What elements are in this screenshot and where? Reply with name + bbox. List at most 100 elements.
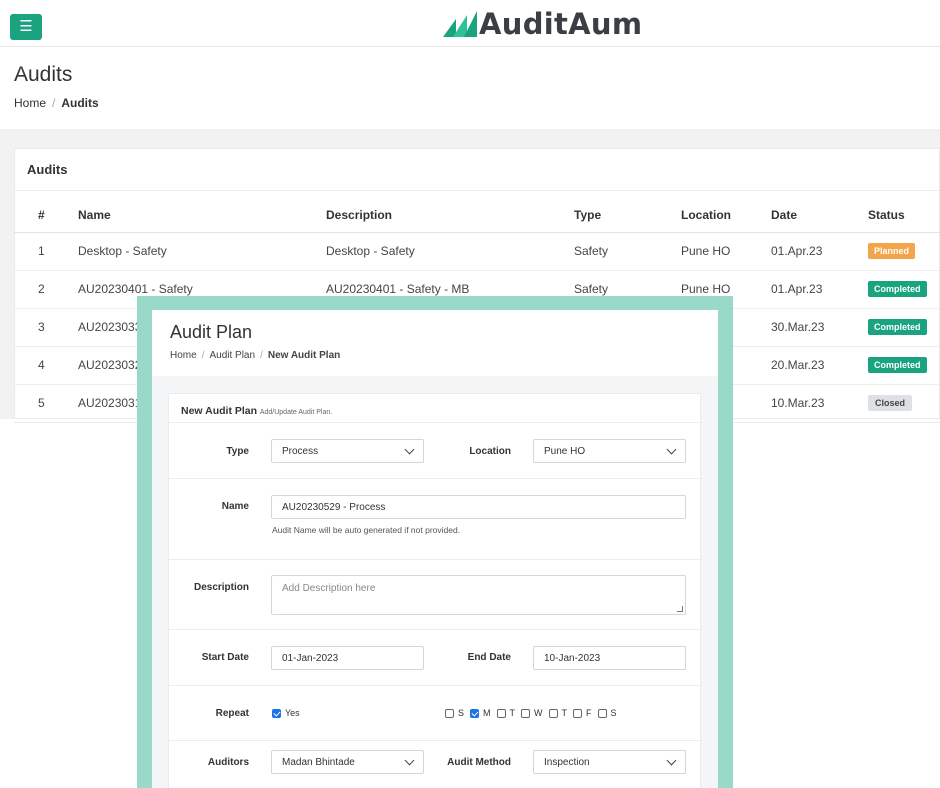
breadcrumb-home[interactable]: Home [14,96,46,110]
checkbox-checked-icon [470,708,480,718]
checkbox-icon [445,708,454,718]
day-label: S [610,708,617,718]
modal-breadcrumb-home[interactable]: Home [170,350,197,361]
row-number: 1 [14,232,68,271]
location-select[interactable]: Pune HO [533,439,686,463]
status-badge: Planned [868,243,916,259]
form-title: New Audit Plan [181,405,258,417]
start-date-value: 01-Jan-2023 [282,652,339,664]
end-date-input[interactable]: 10-Jan-2023 [533,646,686,670]
repeat-days: S M T W T F S [445,708,617,718]
chevron-down-icon [666,755,677,765]
description-label: Description [193,582,249,593]
auditaum-logo-mark [443,11,477,37]
form-divider [169,478,702,479]
day-label: F [586,708,592,718]
name-value: AU20230529 - Process [282,501,386,513]
auditors-label: Auditors [207,757,249,768]
day-checkbox-thursday[interactable]: T [548,708,567,718]
column-header-name: Name [68,198,316,233]
row-number: 2 [14,270,68,309]
checkbox-icon [548,708,558,718]
modal-header: Audit Plan Home / Audit Plan / New Audit Pla… [152,310,718,376]
breadcrumb-current: Audits [61,96,99,110]
brand-name: AuditAum [479,7,643,41]
day-label: T [509,708,516,718]
name-label: Name [221,501,249,512]
day-label: M [483,708,491,718]
table-header-row: # Name Description Type Location Date St… [14,198,940,233]
checkbox-icon [597,708,607,718]
name-hint: Audit Name will be auto generated if not… [272,525,461,535]
form-subtitle: Add/Update Audit Plan. [259,409,333,416]
menu-toggle-button[interactable]: ☰ [10,14,42,40]
checkbox-icon [521,708,531,718]
modal-title: Audit Plan [170,322,253,342]
audit-method-select[interactable]: Inspection [533,750,686,774]
name-input[interactable]: AU20230529 - Process [271,495,686,519]
form-heading: New Audit Plan Add/Update Audit Plan. [181,405,332,417]
card-title: Audits [27,162,68,177]
row-type: Safety [564,232,671,271]
start-date-input[interactable]: 01-Jan-2023 [271,646,424,670]
day-checkbox-saturday[interactable]: S [597,708,617,718]
modal-breadcrumb-current: New Audit Plan [267,350,341,361]
row-name[interactable]: Desktop - Safety [68,232,316,271]
end-date-value: 10-Jan-2023 [544,652,601,664]
status-badge: Closed [868,395,912,411]
form-divider [169,422,702,423]
type-select[interactable]: Process [271,439,424,463]
resize-handle-icon[interactable] [677,606,683,612]
audit-plan-modal: Audit Plan Home / Audit Plan / New Audit Pla… [152,310,718,788]
column-header-location: Location [671,198,761,233]
form-divider [169,629,702,630]
column-header-number: # [14,198,68,233]
status-badge: Completed [868,319,927,335]
status-badge: Completed [868,357,927,373]
location-value: Pune HO [544,445,586,457]
brand-logo[interactable]: AuditAum [443,7,643,41]
column-header-date: Date [761,198,858,233]
breadcrumb-separator: / [260,350,263,361]
table-row[interactable]: 1 Desktop - Safety Desktop - Safety Safe… [14,232,940,271]
breadcrumb: Home / Audits [14,96,99,110]
start-date-label: Start Date [201,652,249,663]
status-badge: Completed [868,281,927,297]
row-date: 30.Mar.23 [761,308,858,347]
day-checkbox-friday[interactable]: F [573,708,592,718]
row-date: 20.Mar.23 [761,346,858,385]
day-checkbox-wednesday[interactable]: W [521,708,543,718]
card-divider [15,190,940,191]
repeat-label: Repeat [215,708,249,719]
row-number: 3 [14,308,68,347]
repeat-checkbox[interactable]: Yes [272,708,300,718]
form-divider [169,740,702,741]
repeat-option-label: Yes [285,708,300,718]
location-label: Location [469,446,511,457]
day-checkbox-sunday[interactable]: S [445,708,464,718]
type-label: Type [226,446,249,457]
modal-breadcrumb: Home / Audit Plan / New Audit Plan [170,350,340,361]
auditors-value: Madan Bhintade [282,756,355,768]
type-value: Process [282,445,319,457]
day-checkbox-tuesday[interactable]: T [496,708,516,718]
page-title: Audits [14,63,73,86]
row-location: Pune HO [671,232,761,271]
modal-breadcrumb-audit-plan[interactable]: Audit Plan [209,350,255,361]
auditors-select[interactable]: Madan Bhintade [271,750,424,774]
chevron-down-icon [404,444,415,454]
row-number: 5 [14,384,68,423]
day-checkbox-monday[interactable]: M [470,708,491,718]
breadcrumb-separator: / [201,350,205,361]
form-divider [169,685,702,686]
chevron-down-icon [666,444,677,454]
chevron-down-icon [404,755,415,765]
row-date: 01.Apr.23 [761,232,858,271]
day-label: W [534,708,543,718]
description-textarea[interactable]: Add Description here [271,575,686,615]
checkbox-icon [573,708,583,718]
breadcrumb-separator: / [52,96,56,110]
form-divider [169,559,702,560]
column-header-status: Status [858,198,940,233]
top-bar: ☰ AuditAum [0,0,940,47]
